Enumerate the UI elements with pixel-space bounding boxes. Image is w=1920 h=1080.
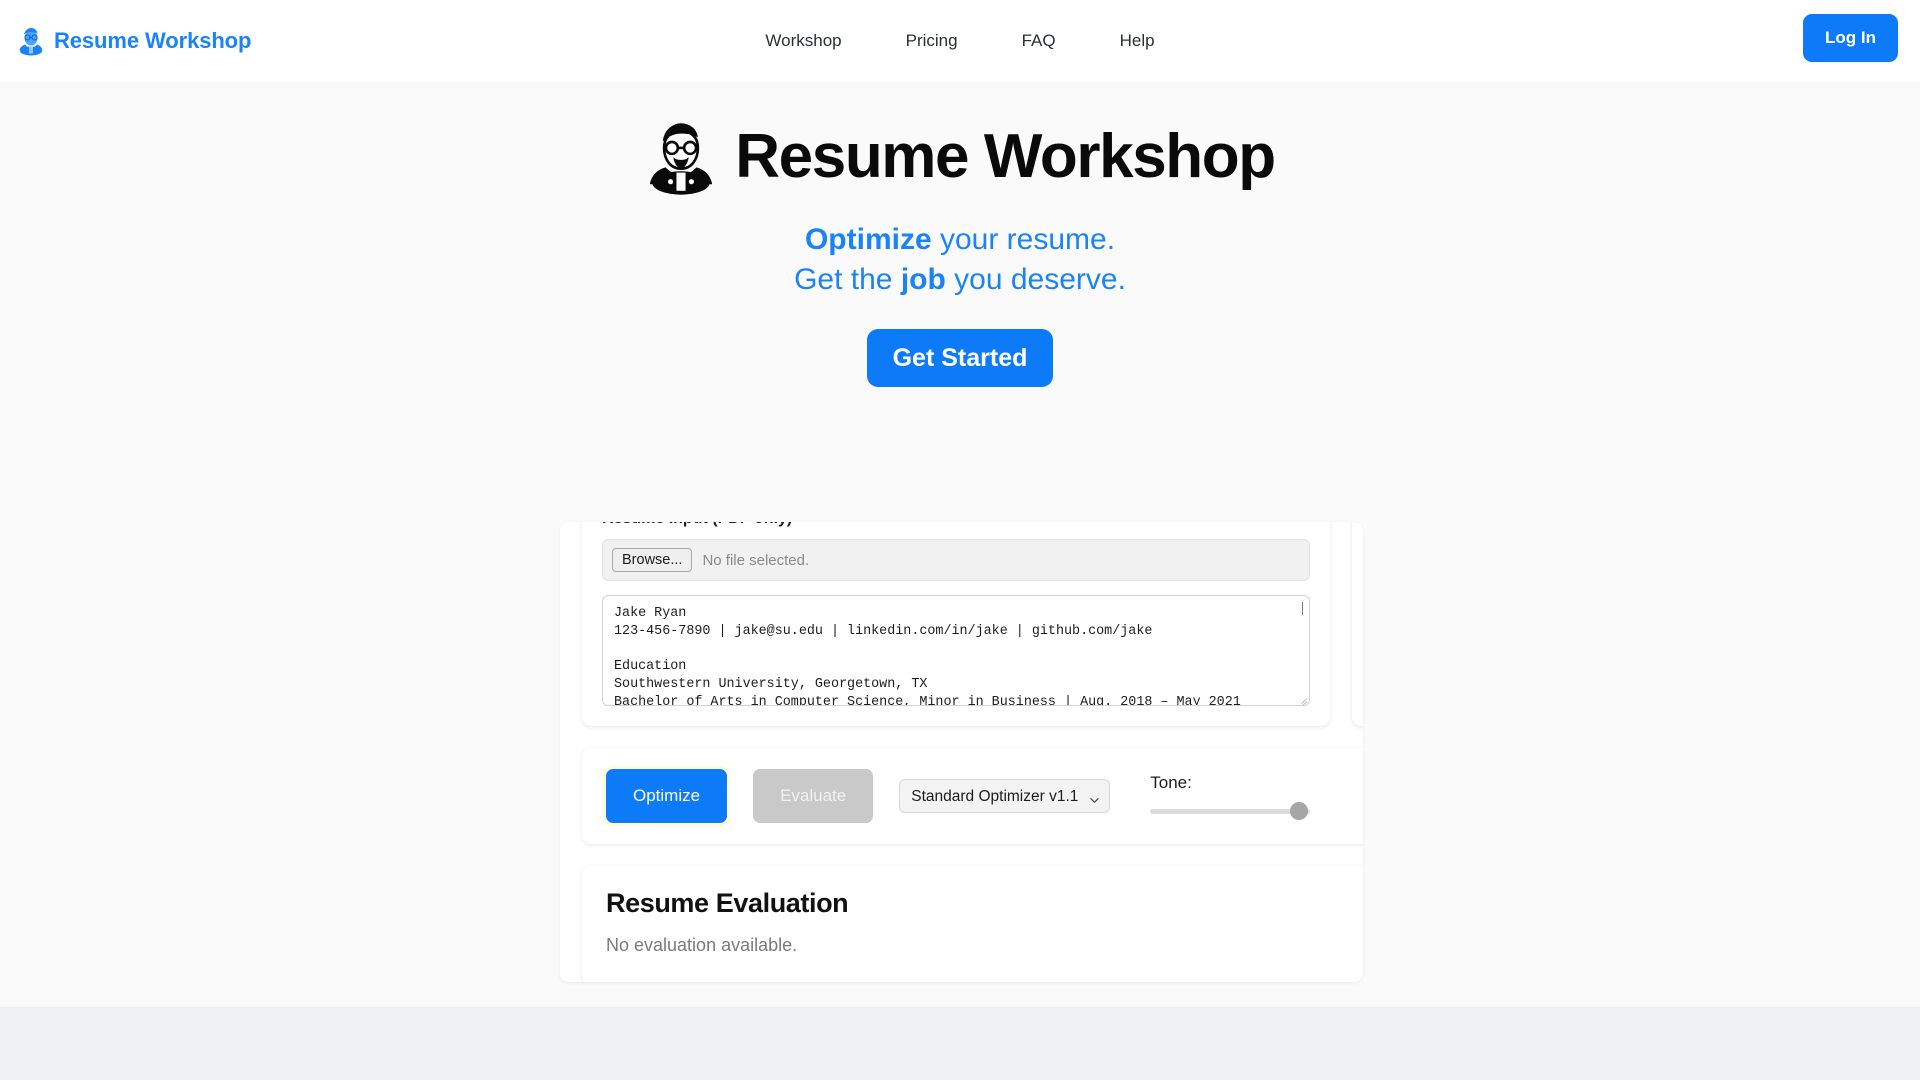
page-title: Resume Workshop	[735, 122, 1276, 191]
hero-tagline-line-1: Optimize your resume.	[0, 220, 1920, 260]
resume-input-label: Resume Input (PDF only)	[602, 522, 1310, 528]
tone-slider-track	[1150, 808, 1311, 814]
hero-tagline-post-2: you deserve.	[945, 262, 1126, 296]
tone-control: Tone:	[1150, 772, 1311, 820]
hero-section: Resume Workshop Optimize your resume. Ge…	[0, 82, 1920, 1007]
login-button[interactable]: Log In	[1803, 14, 1898, 62]
top-navbar: Resume Workshop Workshop Pricing FAQ Hel…	[0, 0, 1920, 82]
hero-tagline-line-2: Get the job you deserve.	[0, 260, 1920, 300]
tone-label: Tone:	[1150, 772, 1192, 792]
nav-item-faq[interactable]: FAQ	[1022, 31, 1056, 51]
model-select-wrapper: Standard Optimizer v1.1	[899, 779, 1111, 813]
hero-tagline-pre-2: Get the	[794, 262, 901, 296]
primary-nav: Workshop Pricing FAQ Help	[0, 0, 1920, 82]
next-section-band	[0, 1007, 1920, 1080]
app-preview-viewport: Resume Input (PDF only) Browse... No fil…	[560, 522, 1363, 982]
resume-file-status: No file selected.	[702, 551, 810, 569]
hero-tagline-emphasis-optimize: Optimize	[804, 223, 932, 256]
job-description-panel: Job Description Browse... No file select…	[1352, 522, 1363, 726]
text-caret	[1302, 602, 1303, 615]
nav-item-help[interactable]: Help	[1120, 31, 1155, 51]
resume-evaluation-empty-state: No evaluation available.	[606, 935, 798, 955]
tone-slider-thumb[interactable]	[1290, 801, 1309, 820]
resume-textarea[interactable]: Jake Ryan 123-456-7890 | jake@su.edu | l…	[602, 595, 1310, 706]
resume-evaluation-title: Resume Evaluation	[606, 888, 849, 918]
resume-input-panel: Resume Input (PDF only) Browse... No fil…	[582, 522, 1330, 726]
hero-tagline-emphasis-job: job	[900, 262, 946, 296]
nav-item-workshop[interactable]: Workshop	[765, 31, 841, 51]
evaluate-button[interactable]: Evaluate	[753, 769, 874, 823]
resume-evaluation-card: Resume Evaluation No evaluation availabl…	[582, 866, 1363, 982]
hero-tagline: Optimize your resume. Get the job you de…	[0, 220, 1920, 299]
resume-file-picker[interactable]: Browse... No file selected.	[602, 539, 1310, 581]
hero-heading-row: Resume Workshop	[0, 82, 1920, 196]
resume-text-content: Jake Ryan 123-456-7890 | jake@su.edu | l…	[614, 606, 1241, 706]
controls-bar: Optimize Evaluate Standard Optimizer v1.…	[582, 748, 1363, 844]
hero-tagline-rest-1: your resume.	[931, 223, 1116, 256]
worker-avatar-icon	[645, 118, 717, 196]
input-panels-row: Resume Input (PDF only) Browse... No fil…	[560, 522, 1363, 726]
get-started-button[interactable]: Get Started	[866, 329, 1054, 388]
optimize-button[interactable]: Optimize	[602, 766, 731, 826]
nav-item-pricing[interactable]: Pricing	[906, 31, 958, 51]
optimizer-model-select[interactable]: Standard Optimizer v1.1	[899, 779, 1111, 813]
app-preview-content: Resume Input (PDF only) Browse... No fil…	[560, 522, 1363, 982]
resume-browse-button[interactable]: Browse...	[612, 548, 693, 572]
cta-wrapper: Get Started	[0, 329, 1920, 388]
tone-slider[interactable]	[1150, 801, 1311, 820]
